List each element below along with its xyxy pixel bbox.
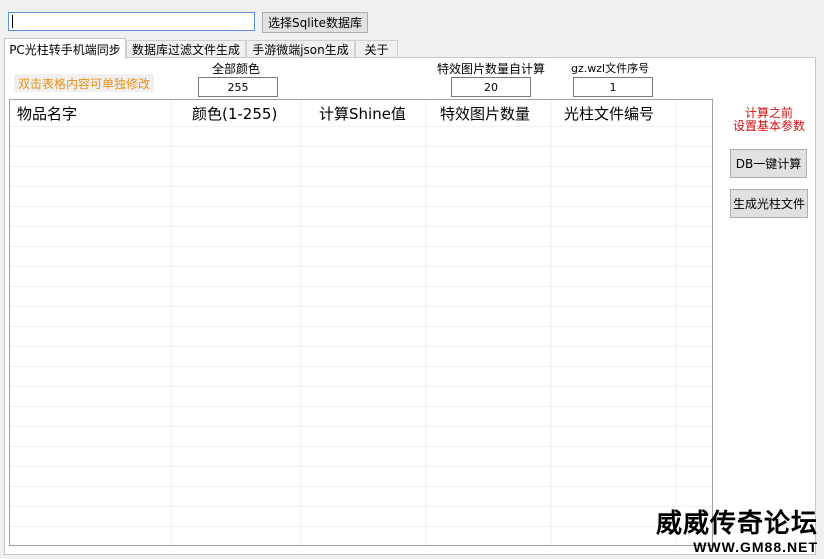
- watermark-url: WWW.GM88.NET: [693, 539, 818, 555]
- column-header-effect-count[interactable]: 特效图片数量: [440, 100, 530, 126]
- column-header-color[interactable]: 颜色(1-255): [192, 100, 277, 126]
- column-header-file-number[interactable]: 光柱文件编号: [564, 100, 654, 126]
- items-data-grid[interactable]: 物品名字 颜色(1-255) 计算Shine值 特效图片数量 光柱文件编号: [9, 99, 713, 546]
- column-header-shine[interactable]: 计算Shine值: [319, 100, 406, 126]
- effect-count-label: 特效图片数量自计算: [437, 62, 546, 76]
- all-color-input[interactable]: [198, 77, 278, 97]
- file-index-input[interactable]: [573, 77, 653, 97]
- tab-mobile-json[interactable]: 手游微端json生成: [246, 40, 355, 58]
- db-calculate-button[interactable]: DB一键计算: [730, 149, 807, 178]
- tab-about[interactable]: 关于: [355, 40, 398, 58]
- database-path-input[interactable]: [8, 12, 255, 31]
- setup-note-line2: 设置基本参数: [732, 119, 805, 133]
- tab-pc-sync[interactable]: PC光柱转手机端同步: [4, 38, 126, 59]
- tab-db-filter[interactable]: 数据库过滤文件生成: [126, 40, 246, 58]
- grid-lines: [10, 100, 712, 545]
- edit-hint-label: 双击表格内容可单独修改: [14, 74, 154, 92]
- select-sqlite-db-button[interactable]: 选择Sqlite数据库: [262, 12, 368, 33]
- forum-watermark: 威威传奇论坛 WWW.GM88.NET: [648, 509, 818, 555]
- grid-header: 物品名字 颜色(1-255) 计算Shine值 特效图片数量 光柱文件编号: [10, 100, 712, 126]
- file-index-label: gz.wzl文件序号: [571, 62, 650, 75]
- generate-light-file-button[interactable]: 生成光柱文件: [730, 189, 808, 218]
- text-cursor: [12, 15, 13, 28]
- effect-count-input[interactable]: [451, 77, 531, 97]
- all-color-label: 全部颜色: [212, 62, 261, 76]
- setup-note: 计算之前 设置基本参数: [726, 107, 812, 133]
- watermark-title: 威威传奇论坛: [655, 509, 818, 539]
- column-header-item-name[interactable]: 物品名字: [17, 100, 77, 126]
